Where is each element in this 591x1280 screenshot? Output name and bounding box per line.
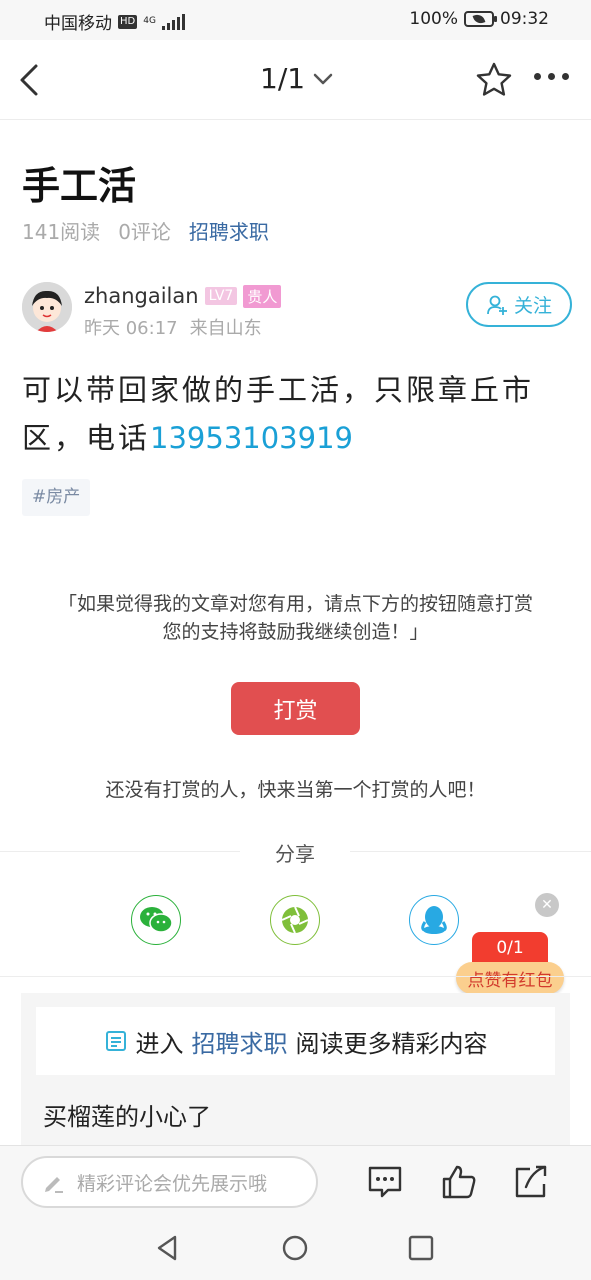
topic-tag[interactable]: #房产 [22,479,91,516]
share-label: 分享 [240,838,350,867]
author-name[interactable]: zhangailan [84,284,199,308]
related-article-title[interactable]: 买榴莲的小心了 [43,1097,211,1132]
comment-icon[interactable] [366,1163,404,1201]
system-nav-bar [0,1217,591,1280]
pager-label: 1/1 [260,62,306,95]
pencil-icon [45,1177,63,1193]
wechat-icon [140,907,173,933]
network-label: 4G [143,16,156,26]
hd-badge: HD [118,14,138,29]
status-bar: 中国移动 HD 4G 100% 09:32 [0,0,591,40]
comment-placeholder: 精彩评论会优先展示哦 [77,1172,268,1195]
author-name-row: zhangailan LV7 贵人 [84,284,282,308]
reward-line-2: 您的支持将鼓励我继续创造！」 [162,621,429,643]
reward-message: 「如果觉得我的文章对您有用，请点下方的按钮随意打赏 您的支持将鼓励我继续创造！」 [0,590,591,646]
nav-home-icon[interactable] [280,1233,310,1263]
share-icon[interactable] [512,1163,550,1201]
enter-prefix: 进入 [135,1029,184,1058]
battery-percent: 100% [409,9,458,29]
reward-line-1: 「如果觉得我的文章对您有用，请点下方的按钮随意打赏 [57,593,533,615]
level-badge: LV7 [204,287,238,305]
page-switcher[interactable]: 1/1 [260,62,333,95]
battery-icon [464,11,497,27]
avatar[interactable] [22,282,72,332]
red-packet-float[interactable]: 0/1 点赞有红包 [456,932,564,994]
qq-icon [421,906,447,934]
nav-recent-icon[interactable] [406,1233,436,1263]
clock: 09:32 [500,9,549,29]
post-location: 来自山东 [189,318,262,339]
list-icon [105,1031,126,1051]
enter-suffix: 阅读更多精彩内容 [295,1029,488,1058]
enter-category-card[interactable]: 进入 招聘求职 阅读更多精彩内容 [36,1007,555,1075]
section-divider [0,976,591,977]
chevron-down-icon [313,73,333,84]
moments-icon [281,906,309,934]
comment-bar: 精彩评论会优先展示哦 [0,1145,591,1217]
article-meta: 141阅读 0评论 招聘求职 [22,216,269,245]
wechat-share-button[interactable] [131,895,181,945]
author-row: zhangailan LV7 贵人 昨天 06:17 来自山东 关注 [22,282,572,342]
add-user-icon [487,295,507,315]
nav-back-icon[interactable] [153,1233,183,1263]
red-packet-label: 点赞有红包 [456,962,564,994]
post-time: 昨天 06:17 [84,318,178,339]
qq-share-button[interactable] [409,895,459,945]
follow-button[interactable]: 关注 [466,282,572,327]
category-link[interactable]: 招聘求职 [189,216,269,245]
signal-icon [161,13,185,30]
vip-badge: 贵人 [243,284,282,308]
avatar-image [22,282,72,332]
phone-link[interactable]: 13953103919 [150,421,353,455]
carrier-label: 中国移动 [44,14,112,34]
top-nav: 1/1 [0,40,591,120]
back-arrow-icon[interactable] [16,62,46,98]
status-right: 100% 09:32 [409,9,549,29]
like-icon[interactable] [440,1163,478,1201]
article-title: 手工活 [22,164,137,208]
status-left: 中国移动 HD 4G [44,9,185,34]
red-packet-count: 0/1 [472,932,548,964]
close-icon[interactable]: ✕ [535,893,559,917]
follow-label: 关注 [513,295,552,317]
comment-count: 0评论 [118,220,171,244]
comment-input[interactable]: 精彩评论会优先展示哦 [21,1156,318,1208]
enter-category: 招聘求职 [191,1029,288,1058]
more-content-panel: 进入 招聘求职 阅读更多精彩内容 买榴莲的小心了 [21,993,570,1153]
moments-share-button[interactable] [270,895,320,945]
article-body: 可以带回家做的手工活，只限章丘市区，电话13953103919 [22,366,577,462]
more-icon[interactable] [534,73,569,80]
read-count: 141阅读 [22,220,101,244]
reward-button[interactable]: 打赏 [231,682,360,735]
post-info: 昨天 06:17 来自山东 [84,314,262,340]
star-icon[interactable] [474,60,514,100]
reward-empty-text: 还没有打赏的人，快来当第一个打赏的人吧！ [105,779,486,801]
